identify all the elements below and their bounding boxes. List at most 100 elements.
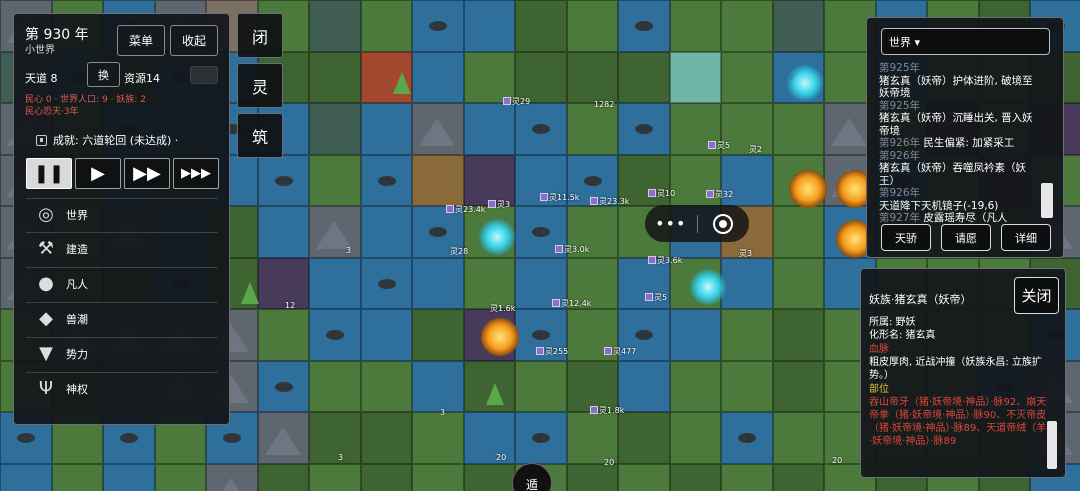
speed-1x-button[interactable]: ▶	[75, 158, 121, 189]
map-tile[interactable]	[566, 463, 618, 491]
map-tile[interactable]	[257, 412, 309, 464]
map-tile[interactable]	[103, 463, 155, 491]
map-tile[interactable]	[309, 103, 361, 155]
map-tile[interactable]	[669, 154, 721, 206]
map-tile[interactable]	[772, 463, 824, 491]
map-tile[interactable]	[566, 0, 618, 52]
map-tile[interactable]	[566, 103, 618, 155]
map-tile[interactable]	[669, 0, 721, 52]
map-tile[interactable]	[360, 154, 412, 206]
map-tile[interactable]	[309, 154, 361, 206]
map-tile[interactable]	[360, 257, 412, 309]
map-tile[interactable]	[721, 154, 773, 206]
map-tile[interactable]	[669, 309, 721, 361]
map-tile[interactable]	[257, 463, 309, 491]
map-tile[interactable]	[463, 463, 515, 491]
map-tile[interactable]	[618, 51, 670, 103]
map-tile[interactable]	[412, 257, 464, 309]
map-tile[interactable]	[463, 412, 515, 464]
map-tile[interactable]	[618, 0, 670, 52]
collapse-button[interactable]: 收起	[170, 25, 218, 56]
map-tile[interactable]	[566, 154, 618, 206]
map-tile[interactable]	[463, 154, 515, 206]
achievement-row[interactable]: 成就: 六道轮回 (未达成) ·	[36, 132, 178, 148]
map-tile[interactable]	[154, 463, 206, 491]
map-tile[interactable]	[309, 412, 361, 464]
nav-item-build[interactable]: ⚒ 建造	[26, 232, 218, 264]
map-tile[interactable]	[566, 412, 618, 464]
map-tile[interactable]	[566, 206, 618, 258]
map-tile[interactable]	[515, 360, 567, 412]
log-filter-select[interactable]: 世界 ▾	[881, 28, 1050, 55]
map-tile[interactable]	[772, 309, 824, 361]
map-tile[interactable]	[515, 51, 567, 103]
map-tile[interactable]	[772, 412, 824, 464]
map-tile[interactable]	[772, 0, 824, 52]
map-tile[interactable]	[721, 0, 773, 52]
map-tile[interactable]	[257, 309, 309, 361]
log-scrollbar[interactable]	[1041, 183, 1053, 218]
nav-item-mortals[interactable]: ● 凡人	[26, 267, 218, 299]
map-tile[interactable]	[721, 463, 773, 491]
map-tile[interactable]	[360, 463, 412, 491]
map-tile[interactable]	[360, 412, 412, 464]
menu-button[interactable]: 菜单	[117, 25, 165, 56]
map-tile[interactable]	[669, 412, 721, 464]
map-tile[interactable]	[463, 51, 515, 103]
map-tile[interactable]	[566, 257, 618, 309]
map-tile[interactable]	[412, 463, 464, 491]
map-tile[interactable]	[412, 309, 464, 361]
close-target-button[interactable]	[697, 213, 749, 234]
map-tile[interactable]	[51, 463, 103, 491]
petition-button[interactable]: 请愿	[941, 224, 991, 251]
map-tile[interactable]	[566, 309, 618, 361]
map-tile[interactable]	[463, 0, 515, 52]
map-tile[interactable]	[412, 51, 464, 103]
speed-3x-button[interactable]: ▶▶▶	[173, 158, 219, 189]
map-tile[interactable]	[721, 412, 773, 464]
nav-item-beast-tide[interactable]: ◆ 兽潮	[26, 302, 218, 334]
map-tile[interactable]	[721, 309, 773, 361]
map-tile[interactable]	[412, 206, 464, 258]
map-tile[interactable]	[721, 257, 773, 309]
map-tile[interactable]	[618, 463, 670, 491]
map-tile[interactable]	[669, 360, 721, 412]
map-tile[interactable]	[772, 360, 824, 412]
map-tile[interactable]	[515, 0, 567, 52]
map-tile[interactable]	[360, 309, 412, 361]
map-tile[interactable]	[566, 51, 618, 103]
nav-item-factions[interactable]: ▼ 势力	[26, 337, 218, 369]
map-tile[interactable]	[309, 463, 361, 491]
map-tile[interactable]	[669, 103, 721, 155]
nav-item-divine[interactable]: Ψ 神权	[26, 372, 218, 404]
swap-button[interactable]: 换	[87, 62, 120, 87]
map-tile[interactable]	[566, 360, 618, 412]
map-tile[interactable]	[360, 0, 412, 52]
map-tile[interactable]	[669, 463, 721, 491]
map-tile[interactable]	[463, 257, 515, 309]
map-tile[interactable]	[309, 309, 361, 361]
map-tile[interactable]	[618, 154, 670, 206]
detail-scrollbar[interactable]	[1047, 421, 1057, 469]
close-realm-button[interactable]: 闭	[237, 13, 283, 58]
map-tile[interactable]	[309, 257, 361, 309]
map-tile[interactable]	[360, 206, 412, 258]
map-tile[interactable]	[515, 309, 567, 361]
build-button[interactable]: 筑	[237, 113, 283, 158]
map-tile[interactable]	[721, 103, 773, 155]
map-tile[interactable]	[360, 103, 412, 155]
map-tile[interactable]	[618, 257, 670, 309]
map-tile[interactable]	[721, 51, 773, 103]
map-tile[interactable]	[309, 51, 361, 103]
map-tile[interactable]	[618, 360, 670, 412]
map-tile[interactable]	[257, 154, 309, 206]
details-button[interactable]: 详细	[1001, 224, 1051, 251]
map-tile[interactable]	[618, 412, 670, 464]
more-options-button[interactable]: •••	[645, 214, 697, 233]
map-tile[interactable]	[206, 463, 258, 491]
map-tile[interactable]	[257, 360, 309, 412]
close-button[interactable]: 关闭	[1014, 277, 1059, 314]
pause-button[interactable]: ❚❚	[26, 158, 72, 189]
map-tile[interactable]	[412, 103, 464, 155]
nav-item-world[interactable]: ◎ 世界	[26, 198, 218, 230]
